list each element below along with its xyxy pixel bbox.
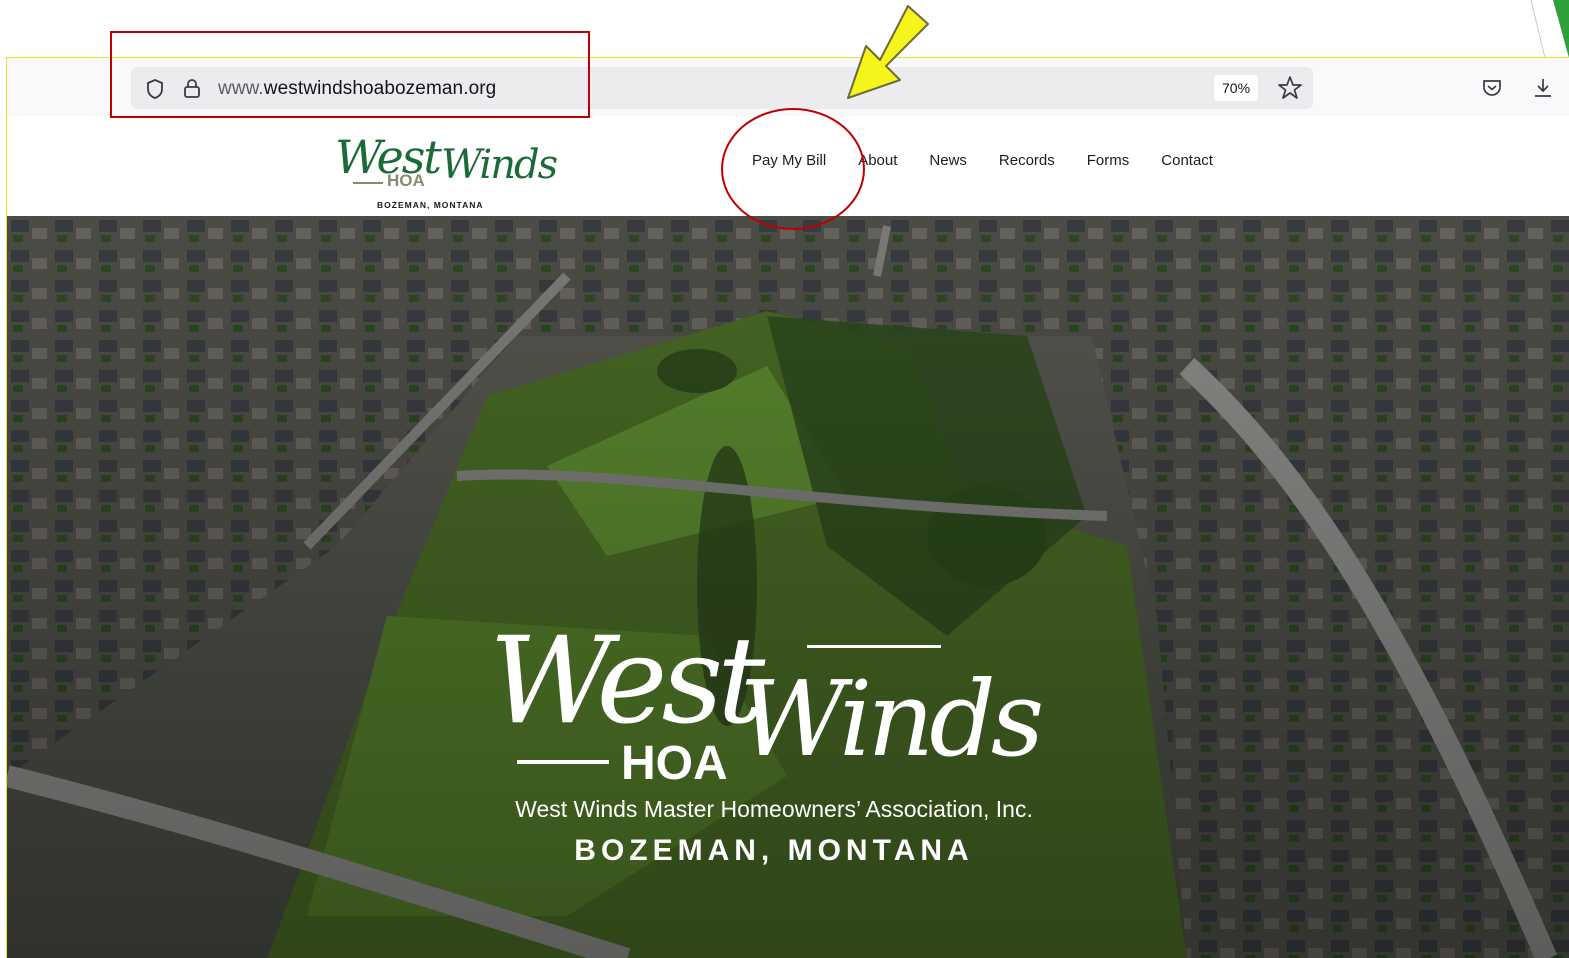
nav-forms[interactable]: Forms <box>1087 152 1130 169</box>
hero-logo-stroke <box>807 645 941 648</box>
pay-my-bill-highlight-circle <box>721 108 865 230</box>
download-icon[interactable] <box>1532 77 1554 99</box>
url-highlight-box <box>110 31 590 118</box>
bookmark-star-icon[interactable] <box>1277 75 1303 101</box>
hero-logo-dash <box>517 760 609 764</box>
yellow-arrow-icon <box>847 5 929 99</box>
hero-hoa-text: HOA <box>621 737 728 790</box>
nav-contact[interactable]: Contact <box>1161 152 1213 169</box>
slide-corner-decoration <box>1530 0 1569 58</box>
hero-location: BOZEMAN, MONTANA <box>574 834 974 867</box>
hero-winds-text: Winds <box>739 658 1044 780</box>
hero-west-text: West <box>489 612 765 751</box>
logo-location-text: BOZEMAN, MONTANA <box>377 200 484 210</box>
hero-tagline: West Winds Master Homeowners’ Associatio… <box>515 796 1033 822</box>
logo-hoa-text: HOA <box>387 171 425 190</box>
logo-divider <box>353 182 383 184</box>
zoom-level-badge[interactable]: 70% <box>1214 75 1259 101</box>
site-logo[interactable]: West Winds HOA BOZEMAN, MONTANA <box>329 128 558 210</box>
nav-news[interactable]: News <box>929 152 967 169</box>
logo-winds-text: Winds <box>441 142 558 188</box>
pocket-icon[interactable] <box>1481 77 1503 99</box>
hero-section: West Winds HOA West Winds Master Homeown… <box>7 216 1569 958</box>
nav-records[interactable]: Records <box>999 152 1055 169</box>
